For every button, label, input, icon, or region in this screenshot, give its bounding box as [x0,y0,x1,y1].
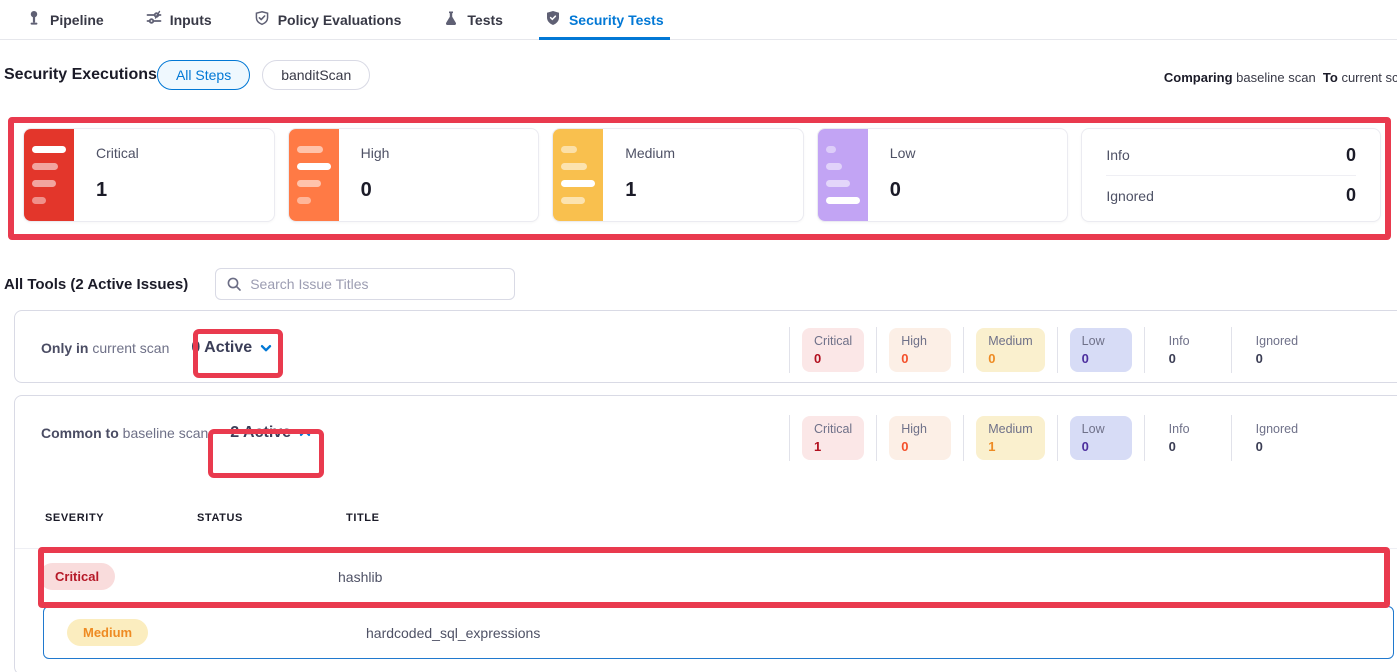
card-label: Critical [96,145,139,161]
chip-medium: Medium 0 [976,328,1044,372]
summary-card-critical[interactable]: Critical 1 [23,128,275,222]
card-label: Low [890,145,916,161]
chip-high: High 0 [889,416,951,460]
table-row-hardcoded-sql-expressions[interactable]: Medium hardcoded_sql_expressions [43,606,1394,659]
chip-ignored: Ignored 0 [1244,416,1310,460]
issue-title: hardcoded_sql_expressions [366,625,540,641]
chip-high: High 0 [889,328,951,372]
column-header-title: TITLE [346,512,380,524]
tab-pipeline[interactable]: Pipeline [26,0,104,40]
comparing-current: current scan [1341,70,1397,85]
all-tools-title: All Tools (2 Active Issues) [4,276,188,293]
tab-bar: Pipeline Inputs Policy Evaluations Tests… [0,0,1397,40]
issues-table-header: SEVERITY STATUS TITLE [15,506,1397,536]
active-issues-dropdown[interactable]: 2 Active [230,424,312,442]
column-header-severity: SEVERITY [45,512,104,524]
info-value: 0 [1346,145,1356,166]
search-icon [226,276,242,292]
low-severity-icon [818,129,868,221]
tab-label: Security Tests [569,12,664,28]
tests-icon [443,10,459,29]
section-scope-text: Only in current scan [41,340,169,356]
pipeline-icon [26,10,42,29]
issue-title: hashlib [338,569,382,585]
tab-policy-evaluations[interactable]: Policy Evaluations [254,0,402,40]
chip-critical: Critical 1 [802,416,864,460]
column-header-status: STATUS [197,512,243,524]
to-label: To [1323,70,1338,85]
card-label: Medium [625,145,675,161]
filter-all-steps[interactable]: All Steps [157,60,250,90]
severity-badge-medium: Medium [67,619,148,646]
card-count: 0 [361,179,390,202]
summary-card-medium[interactable]: Medium 1 [552,128,804,222]
page-title: Security Executions [4,66,157,84]
ignored-value: 0 [1346,185,1356,206]
section-common-to-baseline-scan: Common to baseline scan 2 Active Critica… [14,395,1397,672]
comparing-label: Comparing [1164,70,1233,85]
chip-medium: Medium 1 [976,416,1044,460]
section-only-in-current-scan: Only in current scan 0 Active Critical 0… [14,310,1397,383]
tab-label: Policy Evaluations [278,12,402,28]
tab-inputs[interactable]: Inputs [146,0,212,40]
comparing-baseline: baseline scan [1236,70,1316,85]
card-count: 1 [625,179,675,202]
chip-low: Low 0 [1070,328,1132,372]
table-row-hashlib[interactable]: Critical hashlib [15,548,1397,604]
medium-severity-icon [553,129,603,221]
severity-summary-row: Critical 1 High 0 Medium 1 Low 0 Info [23,128,1381,222]
chip-info: Info 0 [1157,416,1219,460]
tab-label: Pipeline [50,12,104,28]
info-label: Info [1106,147,1129,163]
security-tests-icon [545,10,561,29]
tab-label: Tests [467,12,503,28]
tab-security-tests[interactable]: Security Tests [545,0,664,40]
tab-label: Inputs [170,12,212,28]
summary-card-high[interactable]: High 0 [288,128,540,222]
ignored-label: Ignored [1106,188,1153,204]
critical-severity-icon [24,129,74,221]
section-scope-text: Common to baseline scan [41,425,208,441]
filter-banditscan[interactable]: banditScan [262,60,370,90]
security-executions-header: Security Executions All Steps banditScan… [0,40,1397,110]
severity-chip-row: Critical 0 High 0 Medium 0 Low 0 Info 0 … [789,327,1322,373]
search-input[interactable] [250,276,504,292]
card-label: High [361,145,390,161]
active-issues-dropdown[interactable]: 0 Active [191,339,273,357]
chevron-down-icon [259,341,273,355]
info-ignored-card: Info 0 Ignored 0 [1081,128,1381,222]
chevron-up-icon [298,426,312,440]
search-box[interactable] [215,268,515,300]
chip-critical: Critical 0 [802,328,864,372]
chip-low: Low 0 [1070,416,1132,460]
chip-info: Info 0 [1157,328,1219,372]
card-count: 1 [96,179,139,202]
summary-card-low[interactable]: Low 0 [817,128,1069,222]
high-severity-icon [289,129,339,221]
inputs-icon [146,10,162,29]
comparing-info: Comparing baseline scan To current scan [1164,70,1397,85]
card-count: 0 [890,179,916,202]
tab-tests[interactable]: Tests [443,0,503,40]
severity-chip-row: Critical 1 High 0 Medium 1 Low 0 Info 0 … [789,415,1322,461]
chip-ignored: Ignored 0 [1244,328,1310,372]
severity-badge-critical: Critical [39,563,115,590]
policy-evaluations-icon [254,10,270,29]
